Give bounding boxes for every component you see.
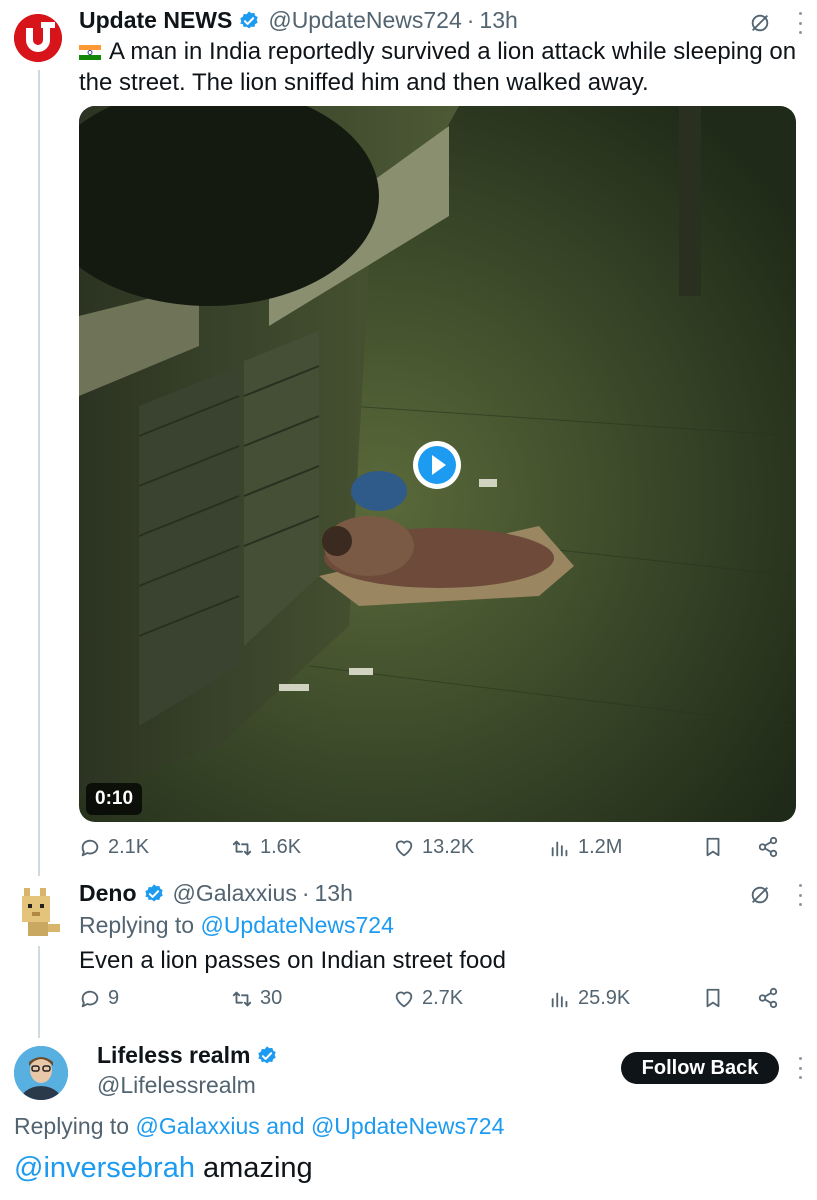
bookmark-icon bbox=[706, 988, 720, 1008]
reply-text: @inversebrah amazing bbox=[14, 1152, 313, 1185]
repost-count: 1.6K bbox=[260, 836, 302, 858]
tweet-body: A man in India reportedly survived a lio… bbox=[79, 38, 797, 96]
separator: · bbox=[466, 7, 475, 33]
like-button[interactable]: 2.7K bbox=[393, 987, 463, 1010]
tweet-text: A man in India reportedly survived a lio… bbox=[79, 36, 799, 98]
action-bar: 2.1K 1.6K 13.2K 1.2M bbox=[79, 836, 784, 866]
timestamp[interactable]: 13h bbox=[479, 7, 517, 34]
thread-connector bbox=[38, 946, 40, 1038]
like-button[interactable]: 13.2K bbox=[393, 836, 474, 859]
reply-button[interactable]: 9 bbox=[79, 987, 119, 1010]
verified-badge-icon bbox=[258, 1045, 277, 1063]
avatar[interactable] bbox=[18, 884, 62, 940]
views-button[interactable]: 25.9K bbox=[549, 987, 630, 1010]
reply-button[interactable]: 2.1K bbox=[79, 836, 149, 859]
reply-header: Deno @Galaxxius · 13h bbox=[79, 880, 353, 907]
reply-header: Lifeless realm bbox=[97, 1042, 286, 1069]
timestamp[interactable]: 13h bbox=[315, 880, 353, 907]
replying-prefix: Replying to bbox=[79, 912, 195, 938]
tweet-header: Update NEWS @UpdateNews724 · 13h bbox=[79, 7, 518, 34]
avatar[interactable] bbox=[14, 1046, 68, 1100]
author-handle[interactable]: @Galaxxius bbox=[173, 880, 297, 907]
handle-row: @Lifelessrealm bbox=[97, 1072, 256, 1099]
share-button[interactable] bbox=[757, 836, 779, 858]
india-flag-icon bbox=[79, 45, 101, 60]
author-name[interactable]: Update NEWS bbox=[79, 7, 232, 34]
reply-count: 9 bbox=[108, 987, 120, 1009]
repost-icon bbox=[232, 991, 252, 1006]
action-bar: 9 30 2.7K 25.9K bbox=[79, 987, 784, 1017]
like-count: 13.2K bbox=[422, 836, 475, 858]
repost-button[interactable]: 30 bbox=[231, 987, 282, 1010]
reply-icon bbox=[81, 990, 99, 1007]
verified-badge-icon bbox=[240, 10, 259, 28]
reply-body: amazing bbox=[194, 1152, 313, 1184]
share-icon bbox=[758, 987, 778, 1009]
bookmark-button[interactable] bbox=[702, 836, 724, 858]
bookmark-icon bbox=[706, 837, 720, 857]
grok-icon[interactable] bbox=[749, 884, 771, 906]
reply-count: 2.1K bbox=[108, 836, 150, 858]
pixel-llama-avatar bbox=[22, 888, 60, 936]
more-icon[interactable] bbox=[797, 884, 803, 906]
separator: · bbox=[301, 880, 310, 906]
video-duration: 0:10 bbox=[86, 783, 143, 815]
thread-connector bbox=[38, 70, 40, 876]
more-icon[interactable] bbox=[797, 12, 803, 34]
views-icon bbox=[551, 992, 568, 1007]
like-count: 2.7K bbox=[422, 987, 464, 1009]
author-handle[interactable]: @UpdateNews724 bbox=[268, 7, 461, 34]
replying-to: Replying to @UpdateNews724 bbox=[79, 912, 394, 939]
verified-badge-icon bbox=[144, 883, 163, 901]
profile-photo bbox=[14, 1046, 68, 1100]
bookmark-button[interactable] bbox=[702, 987, 724, 1009]
replying-prefix: Replying to bbox=[14, 1113, 130, 1139]
replying-mention[interactable]: @Galaxxius and @UpdateNews724 bbox=[135, 1113, 504, 1139]
views-icon bbox=[551, 841, 568, 856]
replying-mention[interactable]: @UpdateNews724 bbox=[200, 912, 393, 938]
heart-icon bbox=[395, 840, 413, 856]
repost-count: 30 bbox=[260, 987, 283, 1009]
reply-text: Even a lion passes on Indian street food bbox=[79, 947, 506, 974]
share-icon bbox=[758, 836, 778, 858]
follow-back-button[interactable]: Follow Back bbox=[621, 1052, 779, 1084]
heart-icon bbox=[395, 991, 413, 1007]
replying-to: Replying to @Galaxxius and @UpdateNews72… bbox=[14, 1113, 504, 1140]
more-icon[interactable] bbox=[797, 1057, 803, 1079]
grok-icon[interactable] bbox=[749, 12, 771, 34]
repost-icon bbox=[232, 840, 252, 855]
user-mention[interactable]: @inversebrah bbox=[14, 1152, 195, 1184]
share-button[interactable] bbox=[757, 987, 779, 1009]
views-button[interactable]: 1.2M bbox=[549, 836, 622, 859]
author-handle[interactable]: @Lifelessrealm bbox=[97, 1072, 256, 1099]
author-name[interactable]: Deno bbox=[79, 880, 137, 907]
play-icon[interactable] bbox=[412, 440, 462, 490]
view-count: 1.2M bbox=[578, 836, 623, 858]
repost-button[interactable]: 1.6K bbox=[231, 836, 301, 859]
reply-icon bbox=[81, 839, 99, 856]
avatar[interactable] bbox=[14, 14, 62, 62]
view-count: 25.9K bbox=[578, 987, 631, 1009]
author-name[interactable]: Lifeless realm bbox=[97, 1042, 250, 1069]
update-news-logo-icon bbox=[14, 14, 62, 62]
